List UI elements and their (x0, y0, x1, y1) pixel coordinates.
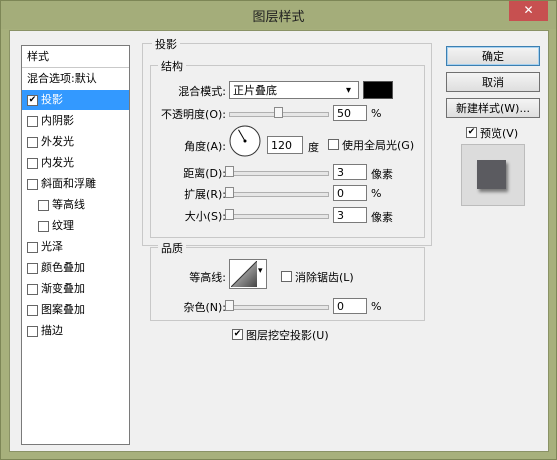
distance-slider-track[interactable] (229, 171, 329, 176)
style-item-label: 纹理 (52, 219, 74, 232)
blend-mode-value: 正片叠底 (233, 84, 277, 97)
size-input[interactable]: 3 (333, 207, 367, 223)
style-item-1[interactable]: 投影 (22, 90, 129, 110)
style-item-label: 内发光 (41, 156, 74, 169)
close-button[interactable]: ✕ (509, 1, 548, 21)
layer-style-dialog: 图层样式 ✕ 样式 混合选项:默认投影内阴影外发光内发光斜面和浮雕等高线纹理光泽… (0, 0, 557, 460)
spread-slider-thumb[interactable] (225, 187, 234, 198)
blend-mode-select[interactable]: 正片叠底 ▾ (229, 81, 359, 99)
style-item-checkbox[interactable] (27, 158, 38, 169)
style-item-7[interactable]: 纹理 (22, 216, 129, 236)
spread-unit: % (371, 187, 382, 200)
opacity-slider-thumb[interactable] (274, 107, 283, 118)
size-slider-thumb[interactable] (225, 209, 234, 220)
preview-thumbnail (461, 144, 525, 206)
global-light-label: 使用全局光(G) (342, 139, 415, 152)
style-item-label: 内阴影 (41, 114, 74, 127)
anti-alias-checkbox[interactable] (281, 271, 292, 282)
opacity-label: 不透明度(O): (161, 108, 226, 121)
angle-input[interactable]: 120 (267, 136, 303, 154)
style-item-label: 等高线 (52, 198, 85, 211)
distance-unit: 像素 (371, 168, 393, 181)
styles-list-header[interactable]: 样式 (22, 47, 129, 68)
preview-label: 预览(V) (480, 127, 519, 140)
style-item-10[interactable]: 渐变叠加 (22, 279, 129, 299)
style-item-3[interactable]: 外发光 (22, 132, 129, 152)
cancel-button[interactable]: 取消 (446, 72, 540, 92)
noise-unit: % (371, 300, 382, 313)
contour-picker[interactable]: ▾ (229, 259, 267, 289)
contour-label: 等高线: (189, 271, 226, 284)
opacity-input[interactable]: 50 (333, 105, 367, 121)
style-item-4[interactable]: 内发光 (22, 153, 129, 173)
size-slider-track[interactable] (229, 214, 329, 219)
quality-title: 品质 (158, 240, 186, 256)
style-item-checkbox[interactable] (27, 116, 38, 127)
spread-label: 扩展(R): (184, 188, 226, 201)
contour-linear-icon (231, 261, 257, 287)
angle-label: 角度(A): (184, 140, 226, 153)
style-item-checkbox[interactable] (27, 137, 38, 148)
styles-list: 样式 混合选项:默认投影内阴影外发光内发光斜面和浮雕等高线纹理光泽颜色叠加渐变叠… (21, 45, 130, 445)
anti-alias-label: 消除锯齿(L) (295, 271, 354, 284)
global-light-checkbox[interactable] (328, 139, 339, 150)
style-item-label: 渐变叠加 (41, 282, 85, 295)
style-item-checkbox[interactable] (38, 221, 49, 232)
style-item-0[interactable]: 混合选项:默认 (22, 69, 129, 89)
preview-checkbox[interactable] (466, 127, 477, 138)
new-style-button[interactable]: 新建样式(W)... (446, 98, 540, 118)
title-bar[interactable]: 图层样式 ✕ (1, 1, 556, 29)
distance-slider-thumb[interactable] (225, 166, 234, 177)
contour-dropdown-icon[interactable]: ▾ (258, 266, 263, 276)
style-item-label: 光泽 (41, 240, 63, 253)
shadow-section-title: 投影 (152, 36, 180, 52)
blend-mode-label: 混合模式: (178, 85, 226, 98)
spread-input[interactable]: 0 (333, 185, 367, 201)
layer-knockout-label: 图层挖空投影(U) (246, 329, 329, 342)
style-item-label: 颜色叠加 (41, 261, 85, 274)
size-label: 大小(S): (184, 210, 226, 223)
style-item-label: 外发光 (41, 135, 74, 148)
style-item-label: 图案叠加 (41, 303, 85, 316)
style-item-2[interactable]: 内阴影 (22, 111, 129, 131)
style-item-checkbox[interactable] (27, 95, 38, 106)
noise-label: 杂色(N): (183, 301, 226, 314)
angle-dial[interactable] (228, 124, 262, 161)
style-item-checkbox[interactable] (27, 326, 38, 337)
style-item-9[interactable]: 颜色叠加 (22, 258, 129, 278)
noise-slider-thumb[interactable] (225, 300, 234, 311)
angle-unit: 度 (308, 141, 319, 154)
styles-header-label: 样式 (27, 50, 49, 63)
style-item-label: 描边 (41, 324, 63, 337)
style-item-6[interactable]: 等高线 (22, 195, 129, 215)
layer-knockout-checkbox[interactable] (232, 329, 243, 340)
dialog-body: 样式 混合选项:默认投影内阴影外发光内发光斜面和浮雕等高线纹理光泽颜色叠加渐变叠… (9, 30, 549, 452)
style-item-label: 投影 (41, 93, 63, 106)
opacity-unit: % (371, 107, 382, 120)
size-unit: 像素 (371, 211, 393, 224)
noise-slider-track[interactable] (229, 305, 329, 310)
structure-title: 结构 (158, 58, 186, 74)
style-item-checkbox[interactable] (27, 305, 38, 316)
chevron-down-icon: ▾ (346, 85, 352, 96)
style-item-8[interactable]: 光泽 (22, 237, 129, 257)
style-item-checkbox[interactable] (27, 284, 38, 295)
preview-swatch (477, 160, 506, 189)
style-item-label: 混合选项:默认 (27, 72, 97, 85)
distance-label: 距离(D): (183, 167, 226, 180)
style-item-checkbox[interactable] (27, 242, 38, 253)
window-title: 图层样式 (252, 10, 305, 25)
style-item-5[interactable]: 斜面和浮雕 (22, 174, 129, 194)
noise-input[interactable]: 0 (333, 298, 367, 314)
shadow-color-swatch[interactable] (363, 81, 393, 99)
style-item-checkbox[interactable] (38, 200, 49, 211)
spread-slider-track[interactable] (229, 192, 329, 197)
style-item-12[interactable]: 描边 (22, 321, 129, 341)
style-item-label: 斜面和浮雕 (41, 177, 96, 190)
distance-input[interactable]: 3 (333, 164, 367, 180)
style-item-11[interactable]: 图案叠加 (22, 300, 129, 320)
style-item-checkbox[interactable] (27, 263, 38, 274)
ok-button[interactable]: 确定 (446, 46, 540, 66)
style-item-checkbox[interactable] (27, 179, 38, 190)
